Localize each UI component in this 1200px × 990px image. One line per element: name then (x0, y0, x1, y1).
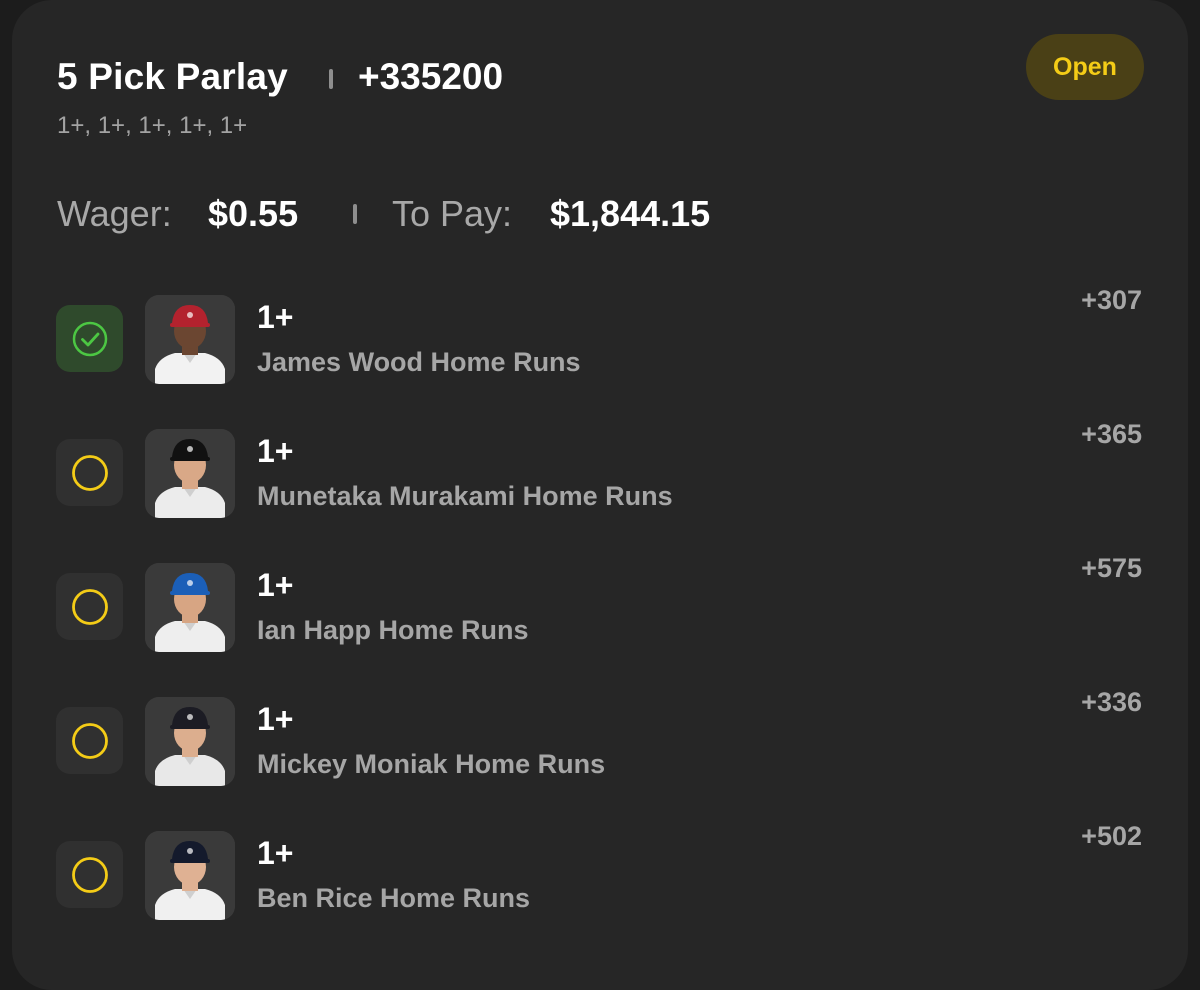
leg-market: James Wood Home Runs (257, 347, 581, 377)
wager-label: Wager: (57, 193, 172, 234)
empty-circle-icon (71, 722, 108, 759)
leg-status (56, 305, 123, 372)
leg-line: 1+ (257, 433, 294, 469)
parlay-card[interactable]: 5 Pick Parlay +335200 1+, 1+, 1+, 1+, 1+… (12, 0, 1188, 990)
leg-status (56, 707, 123, 774)
empty-circle-icon (71, 856, 108, 893)
leg-odds: +307 (1081, 285, 1142, 315)
leg-market: Ben Rice Home Runs (257, 883, 531, 913)
leg-line: 1+ (257, 299, 294, 335)
leg-line: 1+ (257, 567, 294, 603)
player-avatar (145, 563, 235, 652)
leg-row[interactable]: 1+ Mickey Moniak Home Runs +336 (12, 687, 1188, 831)
empty-circle-icon (71, 588, 108, 625)
player-avatar (145, 697, 235, 786)
leg-status (56, 439, 123, 506)
player-avatar (145, 429, 235, 518)
to-pay-value: $1,844.15 (550, 193, 711, 234)
status-badge: Open (1026, 34, 1144, 100)
leg-odds: +365 (1081, 419, 1142, 449)
divider (329, 69, 333, 89)
divider (353, 204, 357, 224)
leg-odds: +502 (1081, 821, 1142, 851)
parlay-title: 5 Pick Parlay (57, 56, 288, 97)
legs-summary: 1+, 1+, 1+, 1+, 1+ (57, 112, 248, 139)
check-circle-icon (72, 321, 107, 356)
leg-row[interactable]: 1+ Ian Happ Home Runs +575 (12, 553, 1188, 697)
player-avatar (145, 295, 235, 384)
wager-value: $0.55 (208, 193, 299, 234)
leg-row[interactable]: 1+ Munetaka Murakami Home Runs +365 (12, 419, 1188, 563)
empty-circle-icon (71, 454, 108, 491)
leg-market: Ian Happ Home Runs (257, 615, 529, 645)
leg-status (56, 841, 123, 908)
leg-odds: +336 (1081, 687, 1142, 717)
leg-odds: +575 (1081, 553, 1142, 583)
leg-row[interactable]: 1+ James Wood Home Runs +307 (12, 285, 1188, 429)
player-avatar (145, 831, 235, 920)
leg-line: 1+ (257, 701, 294, 737)
parlay-odds: +335200 (358, 56, 504, 97)
leg-market: Munetaka Murakami Home Runs (257, 481, 673, 511)
leg-row[interactable]: 1+ Ben Rice Home Runs +502 (12, 821, 1188, 965)
leg-line: 1+ (257, 835, 294, 871)
leg-market: Mickey Moniak Home Runs (257, 749, 606, 779)
to-pay-label: To Pay: (392, 193, 513, 234)
leg-status (56, 573, 123, 640)
